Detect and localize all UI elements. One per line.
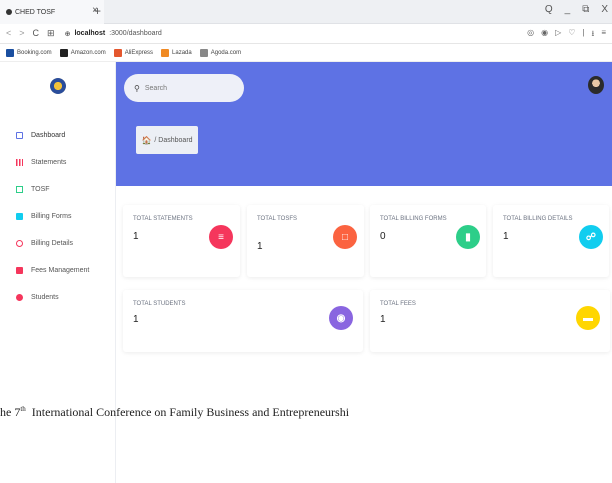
fees-icon: ▬ [576,306,600,330]
card-total-students[interactable]: TOTAL STUDENTS 1 ◉ [123,290,363,352]
browser-search-icon[interactable]: Q [545,4,553,15]
browser-tab-bar: CHED TOSF × + Q _ ⧉ X [0,0,612,24]
page-header: 🏠 / Dashboard [116,118,612,186]
bookmark-amazon[interactable]: Amazon.com [59,48,106,57]
search-input[interactable]: ⚲ Search [124,74,244,102]
apps-grid-icon[interactable]: ⊞ [47,28,55,39]
window-controls: Q _ ⧉ X [545,4,608,15]
profile-icon[interactable]: ◉ [541,28,548,42]
forward-icon[interactable]: > [19,28,24,39]
amazon-icon [59,48,68,57]
sidebar-item-dashboard[interactable]: Dashboard [16,132,116,139]
card-label: TOTAL BILLING DETAILS [503,216,573,222]
conference-caption: he 7th International Conference on Famil… [0,405,350,419]
new-tab-button[interactable]: + [94,4,101,18]
sidebar-item-tosf[interactable]: TOSF [16,186,116,193]
agoda-icon [199,48,208,57]
avatar[interactable] [588,76,604,94]
billing-forms-icon [16,213,23,220]
booking-icon [6,48,14,57]
bookmark-booking[interactable]: Booking.com [6,48,52,57]
tosf-icon: □ [333,225,357,249]
url-host: localhost [74,30,106,37]
students-icon: ◉ [329,306,353,330]
toolbar-divider: | [582,28,585,37]
card-total-tosfs[interactable]: TOTAL TOSFS 1 □ [247,205,364,277]
bookmark-aliexpress[interactable]: AliExpress [113,48,153,57]
card-value: 1 [257,241,263,252]
card-value: 1 [380,314,386,325]
search-placeholder: Search [144,84,168,92]
statements-icon [16,159,23,166]
card-total-billing-details[interactable]: TOTAL BILLING DETAILS 1 ☍ [493,205,609,277]
statements-icon: ≡ [209,225,233,249]
card-value: 1 [133,314,139,325]
browser-tab[interactable]: CHED TOSF × [0,0,104,24]
close-window-button[interactable]: X [601,4,608,15]
breadcrumb-current: / Dashboard [154,136,193,144]
billing-forms-icon: ▮ [456,225,480,249]
students-icon [16,294,23,301]
card-value: 1 [503,231,509,242]
home-icon[interactable]: 🏠 [141,136,151,145]
card-total-fees[interactable]: TOTAL FEES 1 ▬ [370,290,610,352]
extension-icon[interactable]: ◎ [527,28,534,42]
search-icon: ⚲ [134,83,140,93]
card-total-statements[interactable]: TOTAL STATEMENTS 1 ≡ [123,205,240,277]
sidebar-item-students[interactable]: Students [16,294,116,301]
bookmark-lazada[interactable]: Lazada [161,48,192,57]
bookmarks-bar: Booking.com Amazon.com AliExpress Lazada… [0,44,612,62]
card-total-billing-forms[interactable]: TOTAL BILLING FORMS 0 ▮ [370,205,486,277]
sidebar-item-statements[interactable]: Statements [16,159,116,166]
card-value: 1 [133,231,139,242]
download-icon[interactable]: ⭳ [592,28,595,42]
url-field[interactable]: ⊕ localhost:3000/dashboard [65,30,162,38]
top-navbar: ⚲ Search [116,62,612,118]
bookmark-agoda[interactable]: Agoda.com [199,48,241,57]
card-value: 0 [380,231,386,242]
tab-title: CHED TOSF [15,8,56,16]
address-bar: < > C ⊞ ⊕ localhost:3000/dashboard ◎ ◉ ▷… [0,24,612,44]
billing-details-icon [16,240,23,247]
restore-button[interactable]: ⧉ [582,4,589,15]
sidebar-item-fees-management[interactable]: Fees Management [16,267,116,274]
minimize-button[interactable]: _ [565,4,571,15]
card-label: TOTAL BILLING FORMS [380,216,447,222]
favorites-icon[interactable]: ♡ [568,28,575,42]
menu-icon[interactable]: ≡ [601,28,606,42]
aliexpress-icon [113,48,122,57]
back-icon[interactable]: < [6,28,11,39]
browser-toolbar: ◎ ◉ ▷ ♡ | ⭳ ≡ [527,28,606,42]
tab-favicon-icon [6,9,12,15]
sidebar-item-billing-forms[interactable]: Billing Forms [16,213,116,220]
ched-logo[interactable] [50,78,66,94]
site-info-icon[interactable]: ⊕ [65,30,71,38]
card-label: TOTAL STATEMENTS [133,216,193,222]
card-label: TOTAL FEES [380,301,416,307]
reload-icon[interactable]: C [33,28,40,39]
billing-details-icon: ☍ [579,225,603,249]
tosf-icon [16,186,23,193]
card-label: TOTAL STUDENTS [133,301,186,307]
url-path: :3000/dashboard [109,30,162,37]
monitor-icon [16,132,23,139]
fees-icon [16,267,23,274]
play-icon[interactable]: ▷ [555,28,561,42]
sidebar-item-billing-details[interactable]: Billing Details [16,240,116,247]
breadcrumb[interactable]: 🏠 / Dashboard [136,126,198,154]
lazada-icon [161,48,170,57]
card-label: TOTAL TOSFS [257,216,298,222]
